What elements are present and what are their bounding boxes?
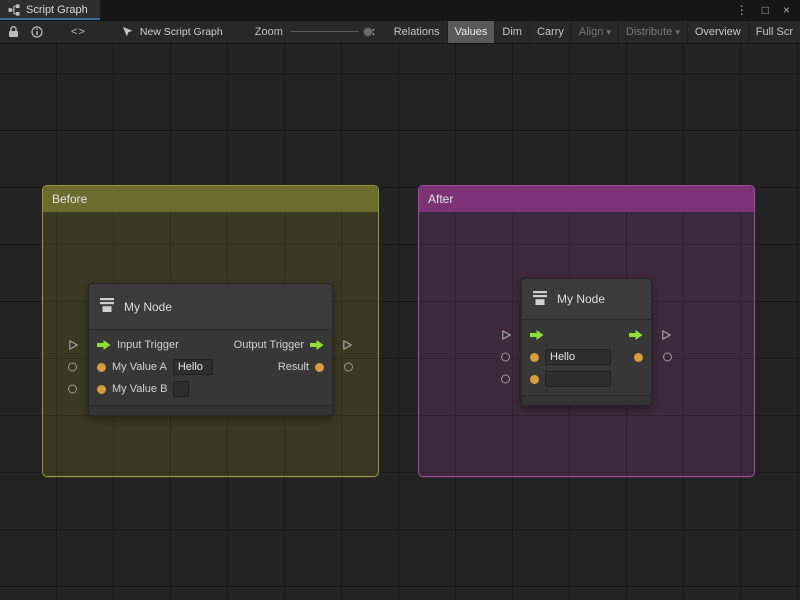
port-row-value-a bbox=[522, 346, 651, 368]
value-a-input[interactable] bbox=[545, 349, 611, 365]
external-value-port-icon[interactable] bbox=[663, 353, 672, 362]
value-b-input[interactable] bbox=[545, 371, 611, 387]
value-a-port-icon[interactable] bbox=[97, 363, 106, 372]
lock-icon[interactable] bbox=[8, 26, 19, 38]
port-row-trigger bbox=[522, 324, 651, 346]
zoom-slider-handle[interactable] bbox=[363, 27, 373, 37]
value-b-port-icon[interactable] bbox=[97, 385, 106, 394]
info-icon[interactable] bbox=[31, 26, 43, 38]
node-before: My Node Input Trigger Output Trigger bbox=[88, 283, 333, 416]
group-after-title: After bbox=[428, 192, 453, 206]
chevron-down-icon: ▾ bbox=[606, 27, 611, 37]
node-icon bbox=[99, 297, 115, 316]
graph-breadcrumb[interactable]: New Script Graph bbox=[122, 26, 223, 38]
overview-button[interactable]: Overview bbox=[687, 20, 748, 44]
external-trigger-port-icon[interactable] bbox=[501, 329, 512, 341]
kebab-menu-icon[interactable]: ⋮ bbox=[736, 0, 748, 20]
result-port-icon[interactable] bbox=[315, 363, 324, 372]
node-footer bbox=[522, 395, 651, 405]
code-icon[interactable]: <> bbox=[71, 26, 86, 38]
external-value-port-icon[interactable] bbox=[68, 363, 77, 372]
external-value-port-icon[interactable] bbox=[68, 385, 77, 394]
result-label: Result bbox=[278, 361, 309, 373]
group-before-header[interactable]: Before bbox=[43, 186, 378, 212]
relations-button[interactable]: Relations bbox=[387, 20, 447, 44]
value-b-input[interactable] bbox=[173, 381, 189, 397]
port-row-trigger: Input Trigger Output Trigger bbox=[89, 334, 332, 356]
node-footer bbox=[89, 405, 332, 415]
values-button[interactable]: Values bbox=[447, 20, 495, 44]
output-trigger-port-icon[interactable] bbox=[629, 329, 643, 341]
zoom-slider-track[interactable] bbox=[291, 31, 359, 32]
node-after: My Node bbox=[521, 278, 652, 406]
dim-button[interactable]: Dim bbox=[494, 20, 529, 44]
input-trigger-port-icon[interactable] bbox=[97, 339, 111, 351]
node-after-rows bbox=[522, 320, 651, 390]
group-after-header[interactable]: After bbox=[419, 186, 754, 212]
result-port-icon[interactable] bbox=[634, 353, 643, 362]
zoom-slider[interactable] bbox=[291, 25, 359, 39]
port-row-value-b: My Value B bbox=[89, 378, 332, 400]
unity-script-graph-window: Script Graph ⋮ □ × <> bbox=[0, 0, 800, 600]
maximize-icon[interactable]: □ bbox=[762, 0, 769, 20]
script-graph-icon bbox=[8, 4, 20, 16]
external-trigger-port-icon[interactable] bbox=[342, 339, 353, 351]
value-b-label: My Value B bbox=[112, 383, 167, 395]
align-dropdown: Align▾ bbox=[571, 20, 618, 44]
port-row-value-b bbox=[522, 368, 651, 390]
tab-script-graph[interactable]: Script Graph bbox=[0, 0, 100, 20]
value-a-label: My Value A bbox=[112, 361, 167, 373]
distribute-dropdown: Distribute▾ bbox=[618, 20, 687, 44]
graph-name: New Script Graph bbox=[140, 26, 223, 38]
input-trigger-port-icon[interactable] bbox=[530, 329, 544, 341]
carry-button[interactable]: Carry bbox=[529, 20, 571, 44]
node-before-header[interactable]: My Node bbox=[89, 284, 332, 330]
tab-title: Script Graph bbox=[26, 4, 88, 16]
zoom-label: Zoom bbox=[255, 26, 283, 38]
external-trigger-port-icon[interactable] bbox=[661, 329, 672, 341]
external-value-port-icon[interactable] bbox=[344, 363, 353, 372]
output-trigger-port-icon[interactable] bbox=[310, 339, 324, 351]
fullscreen-button[interactable]: Full Scr bbox=[748, 20, 800, 44]
value-a-port-icon[interactable] bbox=[530, 353, 539, 362]
tab-bar: Script Graph ⋮ □ × bbox=[0, 0, 800, 20]
node-title: My Node bbox=[124, 300, 172, 314]
value-b-port-icon[interactable] bbox=[530, 375, 539, 384]
port-row-value-a: My Value A Result bbox=[89, 356, 332, 378]
window-controls: ⋮ □ × bbox=[736, 0, 800, 20]
value-a-input[interactable] bbox=[173, 359, 213, 375]
chevron-down-icon: ▾ bbox=[675, 27, 680, 37]
graph-toolbar: <> New Script Graph Zoom 1x Relations Va… bbox=[0, 20, 800, 44]
node-title: My Node bbox=[557, 292, 605, 306]
node-after-header[interactable]: My Node bbox=[522, 279, 651, 320]
external-value-port-icon[interactable] bbox=[501, 353, 510, 362]
group-before-title: Before bbox=[52, 192, 87, 206]
external-value-port-icon[interactable] bbox=[501, 375, 510, 384]
external-trigger-port-icon[interactable] bbox=[68, 339, 79, 351]
graph-canvas[interactable]: Before After My Node bbox=[0, 44, 800, 600]
pointer-icon bbox=[122, 26, 134, 38]
node-before-rows: Input Trigger Output Trigger My Value A bbox=[89, 330, 332, 400]
close-icon[interactable]: × bbox=[783, 0, 790, 20]
node-icon bbox=[532, 290, 548, 309]
toolbar-buttons: Relations Values Dim Carry Align▾ Distri… bbox=[387, 20, 800, 44]
output-trigger-label: Output Trigger bbox=[234, 339, 304, 351]
input-trigger-label: Input Trigger bbox=[117, 339, 179, 351]
